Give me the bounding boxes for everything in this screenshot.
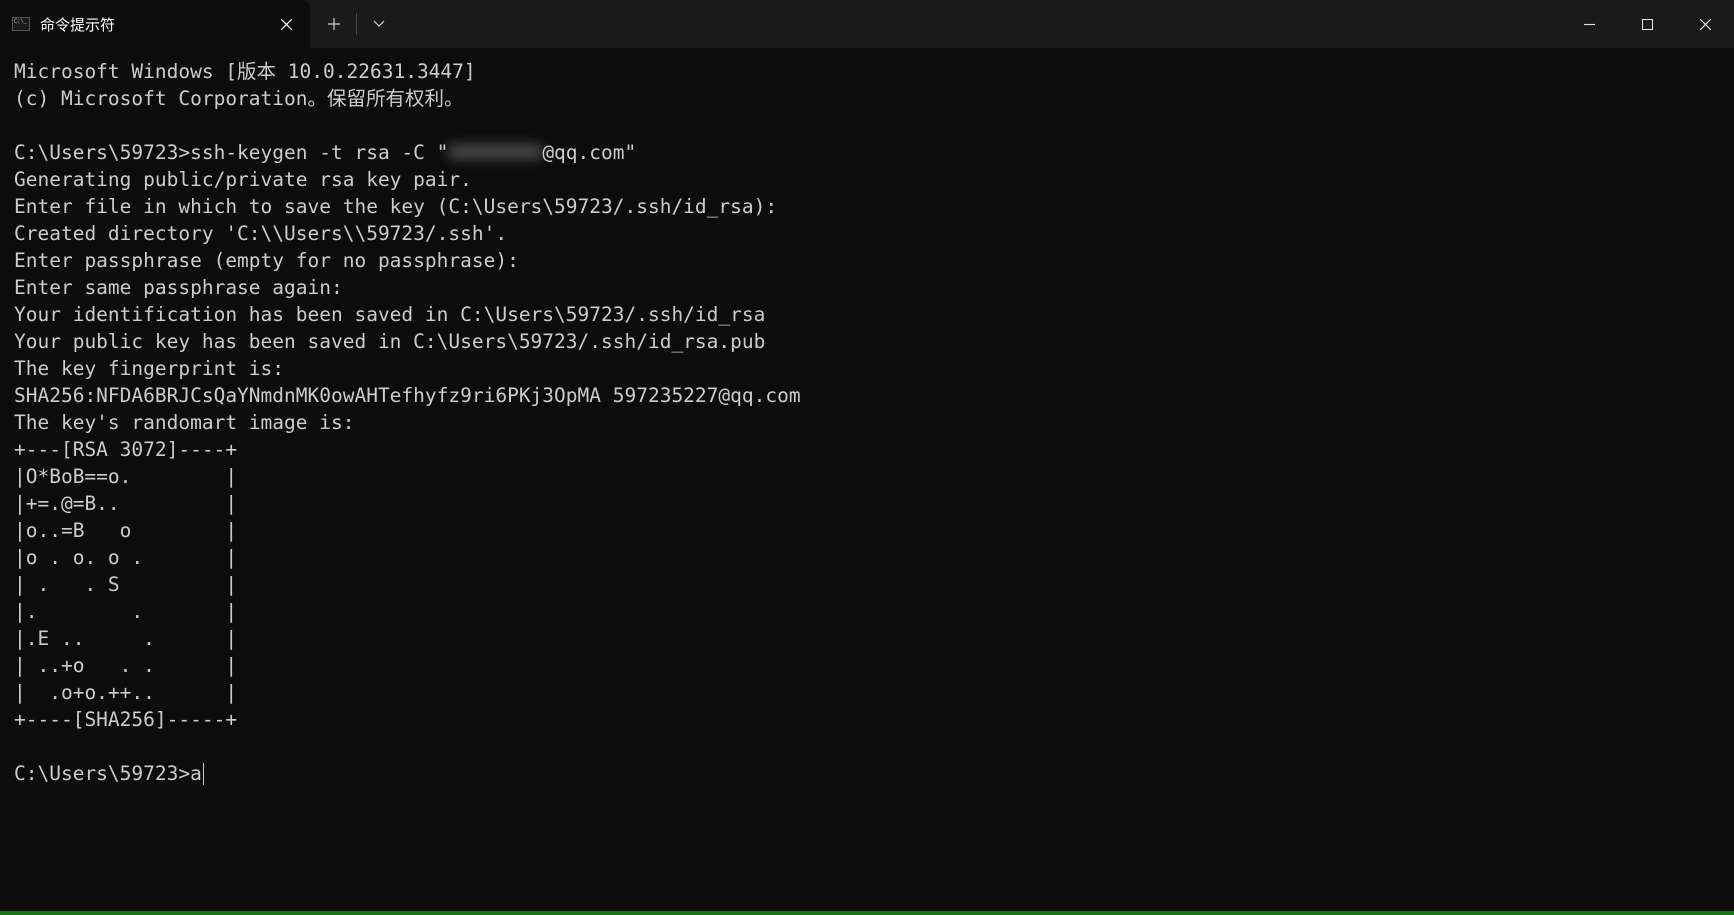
terminal-line: Created directory 'C:\\Users\\59723/.ssh… xyxy=(14,220,1720,247)
terminal-line: |. . | xyxy=(14,598,1720,625)
terminal-line: |o..=B o | xyxy=(14,517,1720,544)
plus-icon xyxy=(328,18,340,30)
terminal-line xyxy=(14,733,1720,760)
terminal-line: C:\Users\59723>a xyxy=(14,760,1720,787)
close-window-button[interactable] xyxy=(1676,0,1734,48)
tab-title: 命令提示符 xyxy=(40,14,264,35)
minimize-icon xyxy=(1584,19,1595,30)
terminal-tab[interactable]: 命令提示符 xyxy=(0,0,310,48)
titlebar-drag-area[interactable] xyxy=(399,0,1560,48)
terminal-output[interactable]: Microsoft Windows [版本 10.0.22631.3447](c… xyxy=(0,48,1734,797)
terminal-line: The key's randomart image is: xyxy=(14,409,1720,436)
terminal-line: Your identification has been saved in C:… xyxy=(14,301,1720,328)
close-icon xyxy=(1700,19,1711,30)
accent-bar xyxy=(0,911,1734,915)
titlebar: 命令提示符 xyxy=(0,0,1734,48)
terminal-line: |o . o. o . | xyxy=(14,544,1720,571)
terminal-line: Microsoft Windows [版本 10.0.22631.3447] xyxy=(14,58,1720,85)
tab-dropdown-button[interactable] xyxy=(359,0,399,48)
terminal-line: +----[SHA256]-----+ xyxy=(14,706,1720,733)
window-controls xyxy=(1560,0,1734,48)
terminal-line: | . . S | xyxy=(14,571,1720,598)
maximize-icon xyxy=(1642,19,1653,30)
terminal-line: +---[RSA 3072]----+ xyxy=(14,436,1720,463)
terminal-line: | .o+o.++.. | xyxy=(14,679,1720,706)
terminal-line: Your public key has been saved in C:\Use… xyxy=(14,328,1720,355)
chevron-down-icon xyxy=(373,20,385,28)
terminal-line: | ..+o . . | xyxy=(14,652,1720,679)
terminal-line: Enter file in which to save the key (C:\… xyxy=(14,193,1720,220)
terminal-line: SHA256:NFDA6BRJCsQaYNmdnMK0owAHTefhyfz9r… xyxy=(14,382,1720,409)
terminal-line: The key fingerprint is: xyxy=(14,355,1720,382)
terminal-line: |O*BoB==o. | xyxy=(14,463,1720,490)
divider xyxy=(356,13,357,35)
maximize-button[interactable] xyxy=(1618,0,1676,48)
terminal-line: Enter passphrase (empty for no passphras… xyxy=(14,247,1720,274)
tab-close-button[interactable] xyxy=(274,12,298,36)
terminal-line: Generating public/private rsa key pair. xyxy=(14,166,1720,193)
cmd-icon xyxy=(12,17,30,31)
terminal-line: Enter same passphrase again: xyxy=(14,274,1720,301)
minimize-button[interactable] xyxy=(1560,0,1618,48)
redacted-text: XXXXXXXX xyxy=(448,139,542,166)
close-icon xyxy=(281,19,292,30)
cursor xyxy=(203,763,204,785)
terminal-line: |.E .. . | xyxy=(14,625,1720,652)
terminal-line: |+=.@=B.. | xyxy=(14,490,1720,517)
terminal-line: (c) Microsoft Corporation。保留所有权利。 xyxy=(14,85,1720,112)
terminal-line xyxy=(14,112,1720,139)
new-tab-button[interactable] xyxy=(314,0,354,48)
terminal-line: C:\Users\59723>ssh-keygen -t rsa -C "XXX… xyxy=(14,139,1720,166)
tab-actions xyxy=(310,0,399,48)
